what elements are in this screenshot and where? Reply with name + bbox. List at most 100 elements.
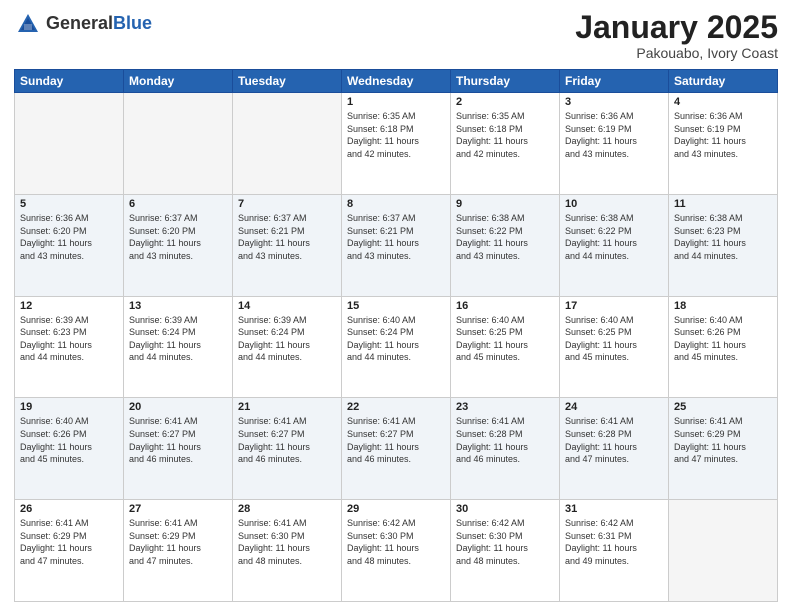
calendar-cell: 18 Sunrise: 6:40 AM Sunset: 6:26 PM Dayli… <box>669 296 778 398</box>
day-info: Sunrise: 6:40 AM Sunset: 6:25 PM Dayligh… <box>456 314 554 364</box>
calendar-cell: 13 Sunrise: 6:39 AM Sunset: 6:24 PM Dayli… <box>124 296 233 398</box>
week-row-4: 19 Sunrise: 6:40 AM Sunset: 6:26 PM Dayli… <box>15 398 778 500</box>
day-info: Sunrise: 6:41 AM Sunset: 6:28 PM Dayligh… <box>565 415 663 465</box>
calendar-cell <box>124 93 233 195</box>
day-info: Sunrise: 6:37 AM Sunset: 6:21 PM Dayligh… <box>238 212 336 262</box>
calendar-cell: 27 Sunrise: 6:41 AM Sunset: 6:29 PM Dayli… <box>124 500 233 602</box>
subtitle: Pakouabo, Ivory Coast <box>575 45 778 61</box>
day-header-friday: Friday <box>560 70 669 93</box>
day-info: Sunrise: 6:40 AM Sunset: 6:26 PM Dayligh… <box>674 314 772 364</box>
day-info: Sunrise: 6:41 AM Sunset: 6:27 PM Dayligh… <box>238 415 336 465</box>
day-info: Sunrise: 6:39 AM Sunset: 6:23 PM Dayligh… <box>20 314 118 364</box>
calendar-cell <box>15 93 124 195</box>
header: GeneralBlue January 2025 Pakouabo, Ivory… <box>14 10 778 61</box>
day-number: 10 <box>565 198 663 210</box>
day-info: Sunrise: 6:38 AM Sunset: 6:23 PM Dayligh… <box>674 212 772 262</box>
logo-icon <box>14 10 42 38</box>
calendar-cell <box>233 93 342 195</box>
day-number: 1 <box>347 96 445 108</box>
day-info: Sunrise: 6:39 AM Sunset: 6:24 PM Dayligh… <box>129 314 227 364</box>
calendar-cell: 31 Sunrise: 6:42 AM Sunset: 6:31 PM Dayli… <box>560 500 669 602</box>
calendar-cell: 19 Sunrise: 6:40 AM Sunset: 6:26 PM Dayli… <box>15 398 124 500</box>
day-number: 20 <box>129 401 227 413</box>
week-row-2: 5Sunrise: 6:36 AM Sunset: 6:20 PM Daylig… <box>15 194 778 296</box>
day-info: Sunrise: 6:36 AM Sunset: 6:20 PM Dayligh… <box>20 212 118 262</box>
day-info: Sunrise: 6:42 AM Sunset: 6:30 PM Dayligh… <box>456 517 554 567</box>
day-number: 28 <box>238 503 336 515</box>
day-info: Sunrise: 6:35 AM Sunset: 6:18 PM Dayligh… <box>456 110 554 160</box>
logo-blue: Blue <box>113 13 152 33</box>
day-header-thursday: Thursday <box>451 70 560 93</box>
day-number: 18 <box>674 300 772 312</box>
calendar-cell: 9Sunrise: 6:38 AM Sunset: 6:22 PM Daylig… <box>451 194 560 296</box>
day-info: Sunrise: 6:41 AM Sunset: 6:30 PM Dayligh… <box>238 517 336 567</box>
day-number: 31 <box>565 503 663 515</box>
calendar-cell: 16 Sunrise: 6:40 AM Sunset: 6:25 PM Dayli… <box>451 296 560 398</box>
day-info: Sunrise: 6:41 AM Sunset: 6:29 PM Dayligh… <box>674 415 772 465</box>
day-header-sunday: Sunday <box>15 70 124 93</box>
day-number: 19 <box>20 401 118 413</box>
day-info: Sunrise: 6:41 AM Sunset: 6:27 PM Dayligh… <box>129 415 227 465</box>
week-row-3: 12 Sunrise: 6:39 AM Sunset: 6:23 PM Dayli… <box>15 296 778 398</box>
days-header-row: SundayMondayTuesdayWednesdayThursdayFrid… <box>15 70 778 93</box>
day-number: 26 <box>20 503 118 515</box>
day-number: 12 <box>20 300 118 312</box>
day-number: 11 <box>674 198 772 210</box>
day-number: 30 <box>456 503 554 515</box>
calendar-cell: 21Sunrise: 6:41 AM Sunset: 6:27 PM Dayli… <box>233 398 342 500</box>
day-number: 17 <box>565 300 663 312</box>
day-header-wednesday: Wednesday <box>342 70 451 93</box>
day-info: Sunrise: 6:40 AM Sunset: 6:24 PM Dayligh… <box>347 314 445 364</box>
calendar-cell: 1 Sunrise: 6:35 AM Sunset: 6:18 PM Daylig… <box>342 93 451 195</box>
calendar-cell: 3Sunrise: 6:36 AM Sunset: 6:19 PM Daylig… <box>560 93 669 195</box>
calendar-cell: 8 Sunrise: 6:37 AM Sunset: 6:21 PM Daylig… <box>342 194 451 296</box>
calendar-cell <box>669 500 778 602</box>
title-block: January 2025 Pakouabo, Ivory Coast <box>575 10 778 61</box>
calendar-cell: 26 Sunrise: 6:41 AM Sunset: 6:29 PM Dayli… <box>15 500 124 602</box>
day-number: 25 <box>674 401 772 413</box>
calendar-cell: 30 Sunrise: 6:42 AM Sunset: 6:30 PM Dayli… <box>451 500 560 602</box>
day-number: 22 <box>347 401 445 413</box>
calendar-cell: 20 Sunrise: 6:41 AM Sunset: 6:27 PM Dayli… <box>124 398 233 500</box>
logo-general: General <box>46 13 113 33</box>
calendar-cell: 15Sunrise: 6:40 AM Sunset: 6:24 PM Dayli… <box>342 296 451 398</box>
day-number: 16 <box>456 300 554 312</box>
day-info: Sunrise: 6:40 AM Sunset: 6:25 PM Dayligh… <box>565 314 663 364</box>
day-info: Sunrise: 6:36 AM Sunset: 6:19 PM Dayligh… <box>674 110 772 160</box>
logo-text: GeneralBlue <box>46 14 152 34</box>
day-info: Sunrise: 6:40 AM Sunset: 6:26 PM Dayligh… <box>20 415 118 465</box>
day-info: Sunrise: 6:41 AM Sunset: 6:29 PM Dayligh… <box>20 517 118 567</box>
day-number: 24 <box>565 401 663 413</box>
calendar-cell: 23 Sunrise: 6:41 AM Sunset: 6:28 PM Dayli… <box>451 398 560 500</box>
page: GeneralBlue January 2025 Pakouabo, Ivory… <box>0 0 792 612</box>
day-header-monday: Monday <box>124 70 233 93</box>
calendar-cell: 17 Sunrise: 6:40 AM Sunset: 6:25 PM Dayli… <box>560 296 669 398</box>
day-number: 9 <box>456 198 554 210</box>
week-row-1: 1 Sunrise: 6:35 AM Sunset: 6:18 PM Daylig… <box>15 93 778 195</box>
day-info: Sunrise: 6:42 AM Sunset: 6:31 PM Dayligh… <box>565 517 663 567</box>
calendar-cell: 2Sunrise: 6:35 AM Sunset: 6:18 PM Daylig… <box>451 93 560 195</box>
calendar-cell: 12 Sunrise: 6:39 AM Sunset: 6:23 PM Dayli… <box>15 296 124 398</box>
calendar-cell: 14Sunrise: 6:39 AM Sunset: 6:24 PM Dayli… <box>233 296 342 398</box>
day-number: 13 <box>129 300 227 312</box>
main-title: January 2025 <box>575 10 778 45</box>
day-number: 3 <box>565 96 663 108</box>
day-number: 23 <box>456 401 554 413</box>
day-number: 14 <box>238 300 336 312</box>
day-number: 7 <box>238 198 336 210</box>
calendar-cell: 11 Sunrise: 6:38 AM Sunset: 6:23 PM Dayli… <box>669 194 778 296</box>
calendar-cell: 29 Sunrise: 6:42 AM Sunset: 6:30 PM Dayli… <box>342 500 451 602</box>
calendar-cell: 22Sunrise: 6:41 AM Sunset: 6:27 PM Dayli… <box>342 398 451 500</box>
day-info: Sunrise: 6:41 AM Sunset: 6:29 PM Dayligh… <box>129 517 227 567</box>
day-info: Sunrise: 6:42 AM Sunset: 6:30 PM Dayligh… <box>347 517 445 567</box>
day-number: 27 <box>129 503 227 515</box>
day-info: Sunrise: 6:37 AM Sunset: 6:21 PM Dayligh… <box>347 212 445 262</box>
day-number: 6 <box>129 198 227 210</box>
day-number: 8 <box>347 198 445 210</box>
calendar-cell: 10Sunrise: 6:38 AM Sunset: 6:22 PM Dayli… <box>560 194 669 296</box>
calendar-table: SundayMondayTuesdayWednesdayThursdayFrid… <box>14 69 778 602</box>
day-info: Sunrise: 6:41 AM Sunset: 6:28 PM Dayligh… <box>456 415 554 465</box>
day-number: 29 <box>347 503 445 515</box>
day-info: Sunrise: 6:35 AM Sunset: 6:18 PM Dayligh… <box>347 110 445 160</box>
calendar-cell: 28 Sunrise: 6:41 AM Sunset: 6:30 PM Dayli… <box>233 500 342 602</box>
